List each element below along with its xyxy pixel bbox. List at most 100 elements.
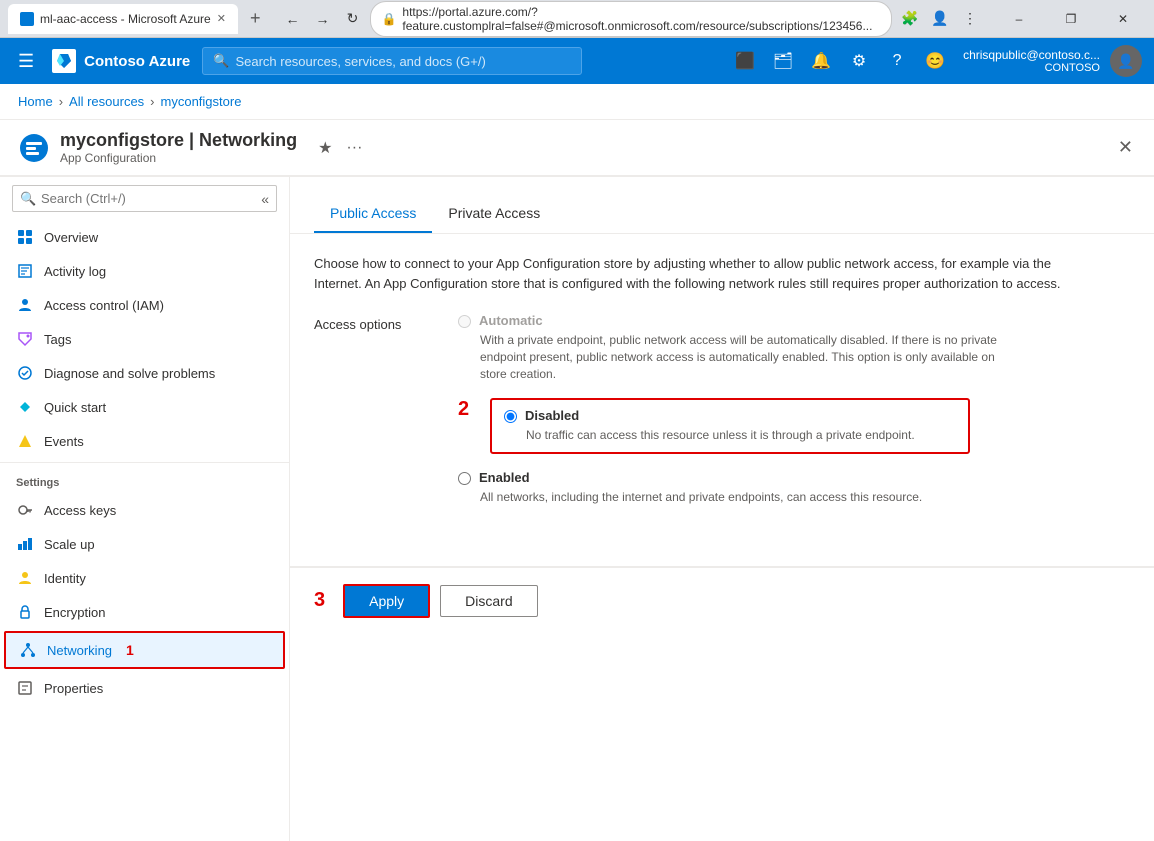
azure-logo[interactable]: Contoso Azure (52, 49, 190, 73)
sidebar-item-overview[interactable]: Overview (0, 220, 289, 254)
sidebar-item-properties[interactable]: Properties (0, 671, 289, 705)
feedback-icon[interactable]: 😊 (917, 43, 953, 79)
menu-button[interactable]: ⋮ (958, 7, 982, 31)
content-footer: 3 Apply Discard (290, 567, 1154, 634)
sidebar-collapse-button[interactable]: « (261, 191, 269, 207)
sidebar-item-label: Tags (44, 332, 71, 347)
global-search[interactable]: 🔍 (202, 47, 582, 75)
footer-area: 3 Apply Discard (290, 566, 1154, 634)
sidebar-item-label: Quick start (44, 400, 106, 415)
step2-row: 2 Disabled No traffic can access this re… (458, 398, 1000, 454)
disabled-radio-row: Disabled (504, 408, 956, 423)
minimize-button[interactable]: – (996, 4, 1042, 34)
settings-section-label: Settings (0, 467, 289, 493)
discard-button[interactable]: Discard (440, 585, 537, 617)
tab-private-access[interactable]: Private Access (432, 195, 556, 233)
enabled-radio-row: Enabled (458, 470, 1000, 485)
breadcrumb-all-resources[interactable]: All resources (69, 94, 144, 109)
user-info[interactable]: chrisqpublic@contoso.c... CONTOSO (955, 44, 1108, 78)
notifications-icon[interactable]: 🔔 (803, 43, 839, 79)
breadcrumb-home[interactable]: Home (18, 94, 53, 109)
settings-icon[interactable]: ⚙ (841, 43, 877, 79)
disabled-label: Disabled (525, 408, 579, 423)
page-subtitle: App Configuration (60, 151, 297, 165)
close-button[interactable]: ✕ (1100, 4, 1146, 34)
step2-number: 2 (458, 398, 478, 421)
sidebar-item-scale-up[interactable]: Scale up (0, 527, 289, 561)
sidebar-item-access-control[interactable]: Access control (IAM) (0, 288, 289, 322)
sidebar-item-diagnose[interactable]: Diagnose and solve problems (0, 356, 289, 390)
refresh-button[interactable]: ↻ (340, 7, 364, 31)
sidebar-item-identity[interactable]: Identity (0, 561, 289, 595)
networking-icon (19, 641, 37, 659)
sidebar-search-input[interactable] (12, 185, 277, 212)
content-header: Public Access Private Access (290, 177, 1154, 234)
close-page-button[interactable]: ✕ (1115, 134, 1136, 161)
sidebar-item-encryption[interactable]: Encryption (0, 595, 289, 629)
disabled-radio[interactable] (504, 410, 517, 423)
favorite-button[interactable]: ★ (315, 135, 335, 161)
sidebar-item-tags[interactable]: Tags (0, 322, 289, 356)
azure-logo-text: Contoso Azure (84, 53, 190, 70)
sidebar-item-label: Overview (44, 230, 98, 245)
apply-button[interactable]: Apply (343, 584, 430, 618)
search-icon: 🔍 (213, 53, 229, 69)
back-button[interactable]: ← (280, 7, 304, 31)
sidebar: 🔍 « Overview Activity log Acce (0, 177, 290, 841)
tab-public-access[interactable]: Public Access (314, 195, 432, 233)
azure-logo-icon (52, 49, 76, 73)
maximize-button[interactable]: ❐ (1048, 4, 1094, 34)
activity-log-icon (16, 262, 34, 280)
breadcrumb-current[interactable]: myconfigstore (161, 94, 242, 109)
page-title: myconfigstore | Networking (60, 130, 297, 151)
page-title-text: myconfigstore | Networking App Configura… (60, 130, 297, 165)
page-title-area: myconfigstore | Networking App Configura… (0, 120, 1154, 176)
option-automatic: Automatic With a private endpoint, publi… (458, 313, 1000, 382)
breadcrumb-sep-1: › (59, 94, 63, 109)
enabled-radio[interactable] (458, 472, 471, 485)
url-text: https://portal.azure.com/?feature.custom… (402, 5, 881, 33)
disabled-desc: No traffic can access this resource unle… (526, 427, 956, 444)
sidebar-item-label: Diagnose and solve problems (44, 366, 215, 381)
cloud-shell-icon[interactable]: ⬛ (727, 43, 763, 79)
content-body: Choose how to connect to your App Config… (290, 234, 1154, 526)
enabled-label: Enabled (479, 470, 530, 485)
option-disabled: Disabled No traffic can access this reso… (504, 408, 956, 444)
tab-close-button[interactable]: ✕ (217, 12, 226, 25)
access-keys-icon (16, 501, 34, 519)
more-options-button[interactable]: ··· (343, 136, 365, 160)
sidebar-item-label: Networking (47, 643, 112, 658)
sidebar-search-icon: 🔍 (20, 191, 36, 207)
help-icon[interactable]: ? (879, 43, 915, 79)
profile-button[interactable]: 👤 (928, 7, 952, 31)
tab-title: ml-aac-access - Microsoft Azure (40, 12, 211, 26)
sidebar-item-quickstart[interactable]: Quick start (0, 390, 289, 424)
sidebar-item-label: Access control (IAM) (44, 298, 164, 313)
title-actions: ★ ··· (315, 135, 365, 161)
quickstart-icon (16, 398, 34, 416)
access-options-content: Automatic With a private endpoint, publi… (458, 313, 1000, 506)
hamburger-menu[interactable]: ☰ (12, 45, 40, 78)
sidebar-item-activity-log[interactable]: Activity log (0, 254, 289, 288)
breadcrumb: Home › All resources › myconfigstore (0, 84, 1154, 120)
user-name: chrisqpublic@contoso.c... (963, 48, 1100, 62)
option-disabled-box: Disabled No traffic can access this reso… (490, 398, 970, 454)
scale-up-icon (16, 535, 34, 553)
directory-icon[interactable]: 🗂 (765, 43, 801, 79)
new-tab-button[interactable]: + (244, 8, 267, 29)
address-bar[interactable]: 🔒 https://portal.azure.com/?feature.cust… (370, 1, 892, 37)
user-avatar[interactable]: 👤 (1110, 45, 1142, 77)
sidebar-item-events[interactable]: Events (0, 424, 289, 458)
search-input[interactable] (235, 54, 571, 69)
browser-chrome: ml-aac-access - Microsoft Azure ✕ + ← → … (0, 0, 1154, 38)
automatic-desc: With a private endpoint, public network … (480, 332, 1000, 382)
content-tabs: Public Access Private Access (314, 195, 1130, 233)
browser-tab[interactable]: ml-aac-access - Microsoft Azure ✕ (8, 4, 238, 34)
sidebar-item-networking[interactable]: Networking 1 (4, 631, 285, 669)
content-area: Public Access Private Access Choose how … (290, 177, 1154, 841)
diagnose-icon (16, 364, 34, 382)
sidebar-item-access-keys[interactable]: Access keys (0, 493, 289, 527)
forward-button[interactable]: → (310, 7, 334, 31)
extensions-button[interactable]: 🧩 (898, 7, 922, 31)
automatic-radio[interactable] (458, 315, 471, 328)
